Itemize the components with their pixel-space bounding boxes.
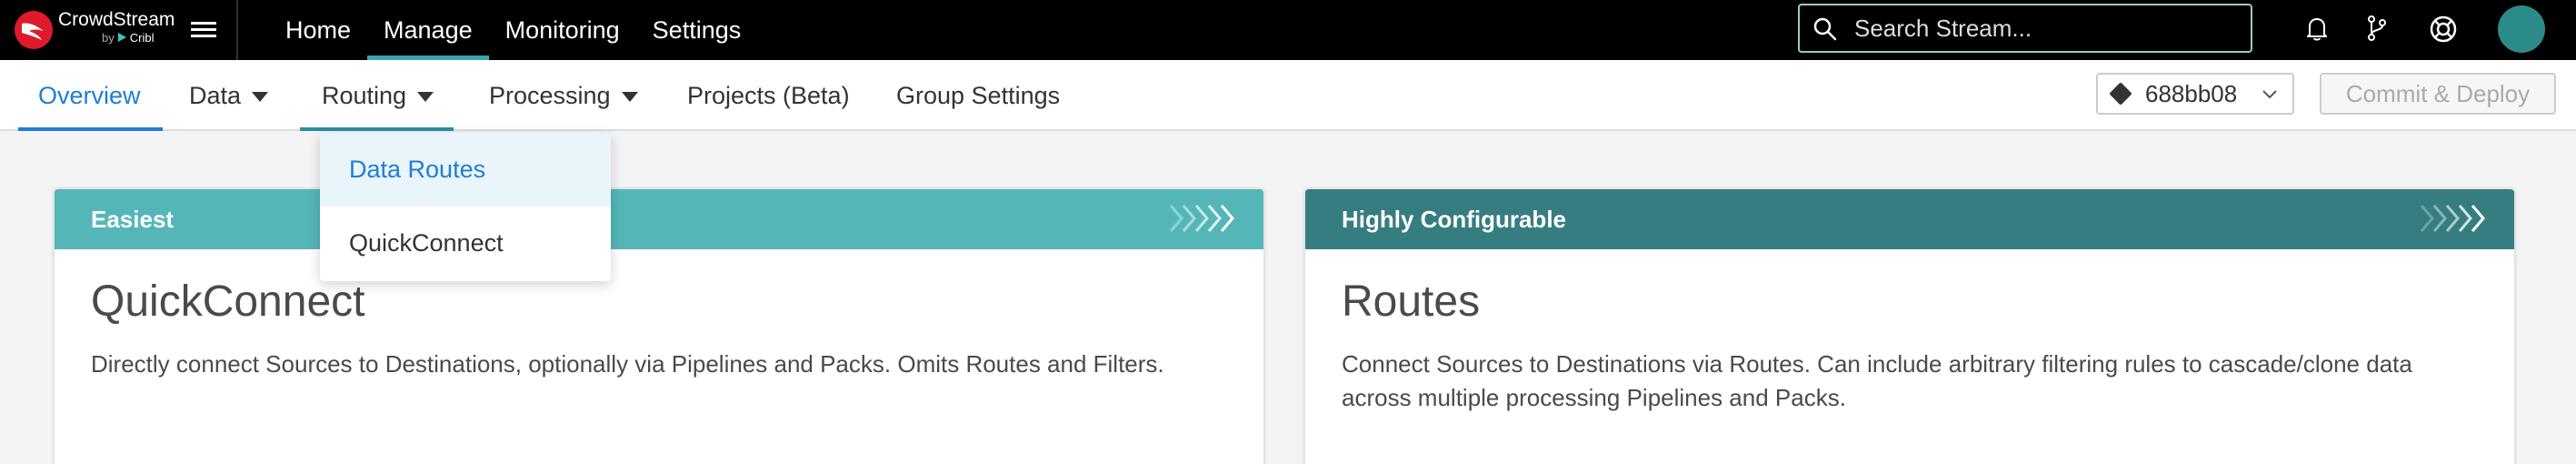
- chevron-down-icon: [2262, 90, 2277, 99]
- tab-projects[interactable]: Projects (Beta): [687, 60, 850, 131]
- card-description: Connect Sources to Destinations via Rout…: [1342, 350, 2412, 411]
- search-input[interactable]: [1854, 5, 2236, 51]
- commit-select[interactable]: 688bb08: [2096, 73, 2294, 115]
- commit-deploy-button[interactable]: Commit & Deploy: [2320, 73, 2556, 115]
- sub-nav: Overview Data Routing Processing Project…: [0, 60, 2576, 131]
- top-bar: CrowdStream by Cribl Home Manage Monitori…: [0, 0, 2576, 60]
- brand-sub: by Cribl: [102, 31, 154, 45]
- commit-hash: 688bb08: [2145, 80, 2238, 107]
- brand-cribl: Cribl: [129, 31, 155, 45]
- caret-down-icon: [252, 92, 269, 103]
- tab-data-label: Data: [189, 82, 242, 109]
- caret-down-icon: [417, 92, 434, 103]
- brand-by: by: [102, 31, 115, 45]
- tab-group-settings-label: Group Settings: [896, 82, 1061, 109]
- brand: CrowdStream by Cribl: [58, 9, 175, 45]
- tab-overview[interactable]: Overview: [18, 60, 162, 131]
- tab-routing-label: Routing: [322, 82, 407, 109]
- chevrons-right-icon: [1169, 205, 1234, 232]
- tab-processing-label: Processing: [489, 82, 611, 109]
- caret-down-icon: [621, 92, 638, 103]
- card-tag: Highly Configurable: [1342, 206, 1566, 233]
- card-quickconnect[interactable]: Easiest QuickConnect Directly connect So…: [53, 187, 1265, 464]
- search-icon: [1813, 17, 1837, 41]
- card-title: Routes: [1342, 277, 1481, 326]
- card-header: Easiest: [55, 189, 1263, 249]
- user-avatar[interactable]: [2498, 5, 2545, 53]
- card-tag: Easiest: [91, 206, 175, 233]
- brand-name: CrowdStream: [58, 9, 175, 30]
- tab-routing[interactable]: Routing: [299, 60, 454, 131]
- topnav-monitoring[interactable]: Monitoring: [489, 0, 636, 60]
- git-commit-icon: [2109, 82, 2132, 106]
- card-header: Highly Configurable: [1305, 189, 2514, 249]
- tab-processing[interactable]: Processing: [489, 60, 638, 131]
- crowdstrike-logo-icon[interactable]: [15, 11, 53, 49]
- search-box[interactable]: [1798, 4, 2252, 53]
- tab-overview-label: Overview: [38, 82, 141, 109]
- bell-icon[interactable]: [2305, 15, 2329, 42]
- routing-dropdown-menu: Data Routes QuickConnect: [320, 133, 611, 281]
- topnav-home[interactable]: Home: [269, 0, 367, 60]
- menu-item-data-routes[interactable]: Data Routes: [320, 133, 611, 207]
- menu-item-quickconnect[interactable]: QuickConnect: [320, 207, 611, 280]
- help-lifebuoy-icon[interactable]: [2429, 15, 2458, 44]
- tab-projects-label: Projects (Beta): [687, 82, 850, 109]
- card-title: QuickConnect: [91, 277, 365, 326]
- divider: [236, 0, 238, 60]
- chevrons-right-icon: [2420, 205, 2485, 232]
- card-description: Directly connect Sources to Destinations…: [91, 350, 1164, 378]
- topnav-settings[interactable]: Settings: [636, 0, 758, 60]
- card-routes[interactable]: Highly Configurable Routes Connect Sourc…: [1303, 187, 2516, 464]
- tab-data[interactable]: Data: [189, 60, 269, 131]
- cribl-logo-icon: [117, 33, 126, 42]
- menu-icon[interactable]: [191, 18, 216, 40]
- git-branch-icon[interactable]: [2365, 15, 2389, 42]
- tab-group-settings[interactable]: Group Settings: [896, 60, 1060, 131]
- topnav-manage[interactable]: Manage: [367, 0, 489, 60]
- top-nav: Home Manage Monitoring Settings: [269, 0, 757, 60]
